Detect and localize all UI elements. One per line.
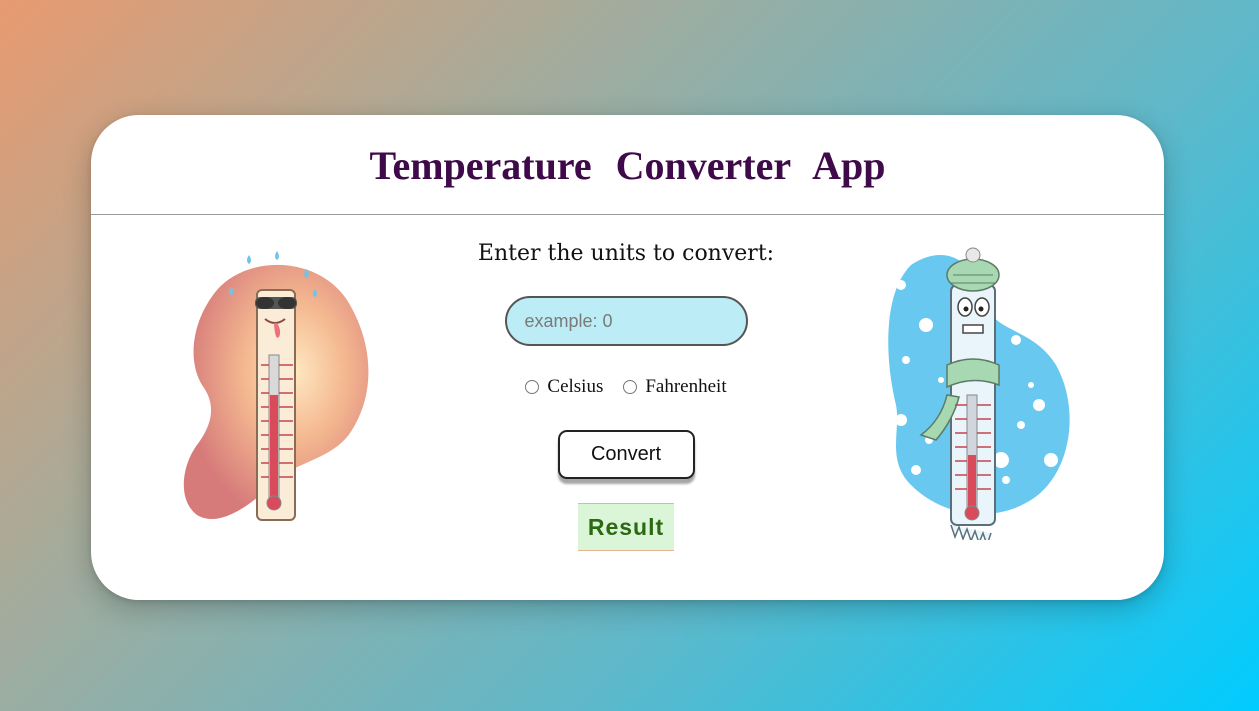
input-prompt: Enter the units to convert: (477, 241, 775, 266)
page-title: Temperature Converter App (369, 143, 886, 188)
converter-form: Enter the units to convert: Celsius Fahr… (421, 239, 831, 551)
convert-button[interactable]: Convert (557, 430, 695, 479)
result-display: Result (578, 503, 674, 551)
celsius-radio[interactable] (525, 380, 540, 394)
thermometer-hot-icon (183, 251, 369, 521)
converter-card: Temperature Converter App Enter the unit… (91, 115, 1164, 600)
card-body: Enter the units to convert: Celsius Fahr… (91, 215, 1164, 600)
celsius-label: Celsius (547, 376, 604, 397)
thermometer-cold-icon (888, 247, 1070, 540)
card-header: Temperature Converter App (91, 115, 1164, 215)
fahrenheit-option[interactable]: Fahrenheit (623, 376, 727, 398)
fahrenheit-label: Fahrenheit (645, 376, 727, 397)
celsius-option[interactable]: Celsius (525, 376, 603, 398)
unit-options: Celsius Fahrenheit (515, 376, 736, 398)
fahrenheit-radio[interactable] (623, 380, 638, 394)
temperature-input[interactable] (504, 296, 748, 346)
